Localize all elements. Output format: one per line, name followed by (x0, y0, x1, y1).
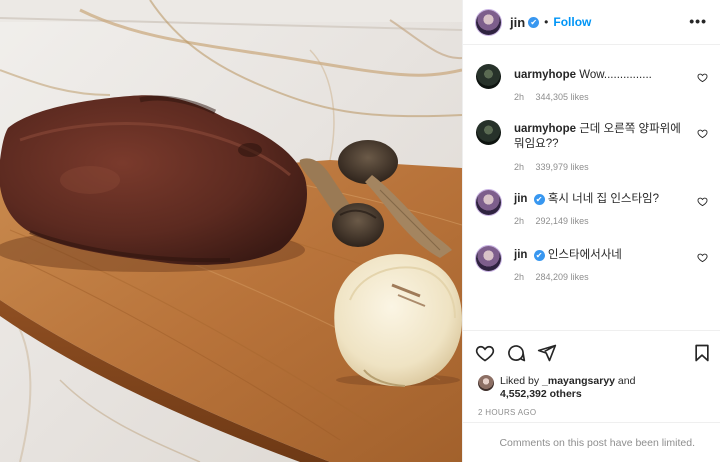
commenter-username[interactable]: jin (514, 249, 527, 261)
commenter-avatar[interactable] (476, 120, 501, 145)
post-actions: Liked by _mayangsaryy and 4,552,392 othe… (463, 330, 720, 422)
comments-list: uarmyhope Wow............... 2h 344,305 … (463, 46, 720, 330)
comment-like-heart-icon[interactable] (697, 128, 708, 139)
bookmark-icon[interactable] (692, 343, 712, 363)
post-timestamp[interactable]: 2 HOURS AGO (478, 408, 536, 417)
commenter-avatar[interactable] (476, 246, 501, 271)
liked-by-prefix: Liked by (500, 375, 540, 387)
comments-limited-text: Comments on this post have been limited. (499, 436, 695, 449)
comment-like-heart-icon[interactable] (697, 196, 708, 207)
comment-text: Wow............... (579, 69, 652, 81)
post-header: jin ✔ • Follow ••• (463, 0, 720, 45)
post-sidebar: jin ✔ • Follow ••• uarmyhope Wow........… (462, 0, 720, 462)
comment-content: jin ✔ 혹시 너네 집 인스타임? (514, 192, 690, 207)
comment-time[interactable]: 2h (514, 216, 524, 226)
comment-likes[interactable]: 284,209 likes (536, 272, 589, 282)
comment-text: 혹시 너네 집 인스타임? (547, 193, 660, 205)
liked-by-row: Liked by _mayangsaryy and 4,552,392 othe… (478, 375, 708, 401)
comment-text: 인스타에서사네 (547, 249, 622, 261)
header-separator: • (544, 15, 549, 29)
comment-content: jin ✔ 인스타에서사네 (514, 248, 690, 263)
more-options-icon[interactable]: ••• (689, 13, 707, 29)
comment-meta: 2h 344,305 likes (514, 92, 598, 102)
comment-content: uarmyhope 근데 오른쪽 양파위에 뭐임요?? (514, 122, 690, 152)
author-avatar[interactable] (476, 9, 501, 35)
liked-by-and: and (617, 375, 636, 387)
post-photo[interactable] (0, 0, 462, 462)
steak-photo-illustration (0, 0, 462, 462)
liker-avatar[interactable] (478, 375, 494, 391)
author-username[interactable]: jin (510, 15, 525, 30)
verified-badge-icon: ✔ (533, 250, 545, 261)
comment-time[interactable]: 2h (514, 92, 524, 102)
share-icon[interactable] (537, 343, 557, 363)
comment-likes[interactable]: 344,305 likes (536, 92, 589, 102)
commenter-username[interactable]: jin (514, 193, 527, 205)
comment-meta: 2h 339,979 likes (514, 162, 598, 172)
comment-likes[interactable]: 339,979 likes (536, 162, 589, 172)
follow-button[interactable]: Follow (553, 15, 591, 29)
comment-like-heart-icon[interactable] (697, 72, 708, 83)
liked-by-text: Liked by _mayangsaryy and 4,552,392 othe… (500, 375, 635, 401)
liked-by-count[interactable]: 4,552,392 others (500, 388, 582, 400)
comment-content: uarmyhope Wow............... (514, 68, 690, 83)
commenter-avatar[interactable] (476, 190, 501, 215)
comment-time[interactable]: 2h (514, 272, 524, 282)
comment-likes[interactable]: 292,149 likes (536, 216, 589, 226)
heart-icon[interactable] (475, 343, 495, 363)
comment-icon[interactable] (506, 343, 526, 363)
verified-badge-icon: ✔ (533, 194, 545, 205)
comment-meta: 2h 284,209 likes (514, 272, 598, 282)
verified-badge-icon: ✔ (528, 16, 540, 28)
commenter-avatar[interactable] (476, 64, 501, 89)
comment-meta: 2h 292,149 likes (514, 216, 598, 226)
comments-limited-notice: Comments on this post have been limited. (463, 422, 720, 462)
comment-like-heart-icon[interactable] (697, 252, 708, 263)
liked-by-user[interactable]: _mayangsaryy (542, 375, 615, 387)
commenter-username[interactable]: uarmyhope (514, 123, 576, 135)
comment-time[interactable]: 2h (514, 162, 524, 172)
commenter-username[interactable]: uarmyhope (514, 69, 576, 81)
